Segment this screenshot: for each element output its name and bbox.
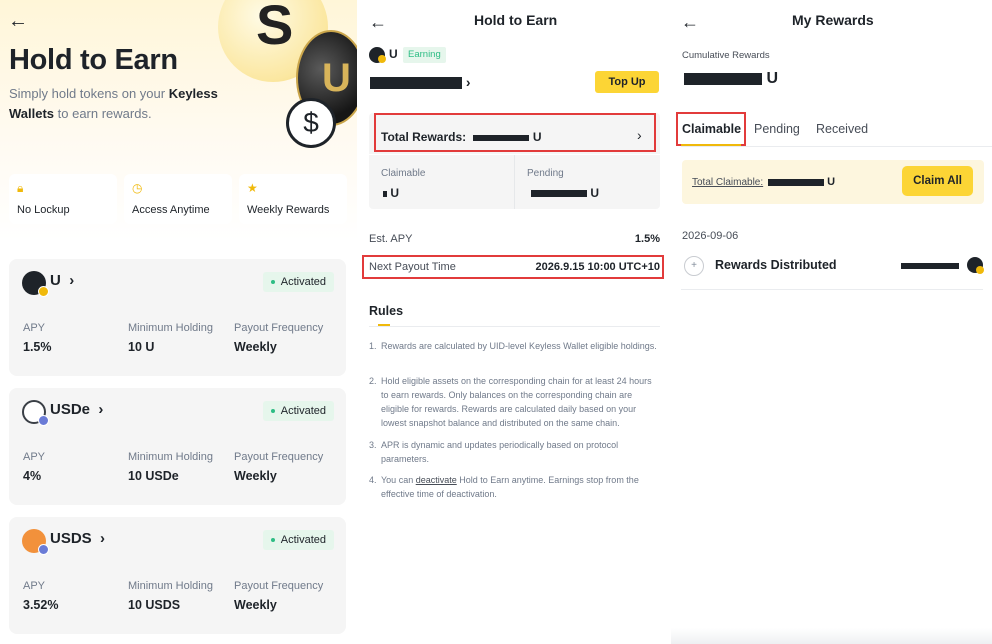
payout-frequency-value: Weekly	[234, 340, 277, 354]
feature-no-lockup: 🔒︎ No Lockup	[9, 174, 117, 224]
cumulative-value: U	[684, 70, 778, 88]
chevron-right-icon[interactable]: ›	[466, 74, 471, 90]
chevron-right-icon: ›	[69, 272, 75, 289]
gift-hand-icon: ★	[247, 181, 258, 195]
min-holding-value: 10 U	[128, 340, 155, 354]
divider	[514, 155, 515, 209]
page-title: Hold to Earn	[9, 44, 178, 76]
tab-received[interactable]: Received	[816, 122, 868, 136]
min-holding-value: 10 USDS	[128, 598, 181, 612]
next-payout-value: 2026.9.15 10:00 UTC+10	[535, 261, 660, 273]
rewards-distributed-icon: +	[684, 256, 704, 276]
rule-item: 4. You can deactivate Hold to Earn anyti…	[369, 475, 639, 499]
rule-item: 2. Hold eligible assets on the correspond…	[369, 376, 652, 428]
chain-badge-icon	[38, 544, 49, 555]
divider	[681, 146, 992, 147]
page-description: Simply hold tokens on your Keyless Walle…	[9, 86, 218, 121]
claim-all-button[interactable]: Claim All	[902, 166, 973, 196]
rule-item: 1. Rewards are calculated by UID-level Ke…	[369, 341, 657, 351]
apy-value: 4%	[23, 469, 42, 483]
asset-name: USDe ›	[50, 401, 104, 418]
reward-row-label: Rewards Distributed	[715, 258, 837, 272]
token-symbol: U	[389, 47, 398, 61]
est-apy-value: 1.5%	[634, 233, 660, 245]
redacted-amount	[473, 134, 530, 141]
asset-name: U ›	[50, 272, 75, 289]
chevron-right-icon: ›	[98, 401, 104, 418]
chain-badge-icon	[38, 286, 49, 297]
rules-heading: Rules	[369, 304, 404, 318]
hold-to-earn-overview-screen: S U $ ← Hold to Earn Simply hold tokens …	[0, 0, 357, 644]
rule-item: 3. APR is dynamic and updates periodicall…	[369, 440, 619, 464]
chevron-right-icon[interactable]: ›	[637, 127, 642, 143]
min-holding-value: 10 USDe	[128, 469, 179, 483]
date-header: 2026-09-06	[682, 230, 739, 242]
status-badge: Activated	[262, 272, 334, 292]
redacted-amount	[684, 72, 762, 85]
asset-card-usds[interactable]: USDS › Activated APY 3.52% Minimum Holdi…	[9, 517, 346, 634]
status-badge: Activated	[262, 530, 334, 550]
deactivate-link[interactable]: deactivate	[416, 475, 457, 485]
bottom-shade	[671, 628, 992, 644]
feature-access-anytime: ◷ Access Anytime	[124, 174, 232, 224]
asset-card-u[interactable]: U › Activated APY 1.5% Minimum Holding 1…	[9, 259, 346, 376]
divider	[369, 326, 660, 327]
back-arrow-icon[interactable]: ←	[369, 12, 387, 33]
divider	[681, 289, 983, 290]
page-title: Hold to Earn	[474, 12, 558, 28]
hold-to-earn-detail-screen: ← Hold to Earn U Earning › Top Up Total …	[357, 0, 671, 644]
my-rewards-screen: ← My Rewards Cumulative Rewards U Claima…	[671, 0, 992, 644]
back-arrow-icon[interactable]: ←	[8, 10, 28, 33]
asset-card-usde[interactable]: USDe › Activated APY 4% Minimum Holding …	[9, 388, 346, 505]
lock-icon: 🔒︎	[17, 181, 24, 195]
tab-claimable[interactable]: Claimable	[682, 122, 741, 136]
chevron-right-icon: ›	[100, 530, 106, 547]
payout-frequency-value: Weekly	[234, 469, 277, 483]
chain-badge-icon	[38, 415, 49, 426]
page-title: My Rewards	[792, 12, 874, 28]
feature-weekly-rewards: ★ Weekly Rewards	[239, 174, 347, 224]
total-claimable-value: U	[768, 176, 835, 188]
earning-badge: Earning	[403, 47, 446, 63]
clock-icon: ◷	[132, 181, 143, 195]
apy-value: 3.52%	[23, 598, 59, 612]
top-up-button[interactable]: Top Up	[595, 71, 659, 93]
total-rewards-row[interactable]: Total Rewards: U	[381, 130, 541, 144]
pending-value: U	[531, 186, 599, 200]
chain-badge-icon	[976, 266, 984, 274]
reward-row-amount	[901, 261, 959, 272]
usd-coin-illustration: $	[286, 98, 336, 148]
holding-amount: ›	[370, 74, 471, 90]
back-arrow-icon[interactable]: ←	[681, 12, 699, 33]
asset-name: USDS ›	[50, 530, 106, 547]
apy-value: 1.5%	[23, 340, 52, 354]
chain-badge-icon	[378, 55, 386, 63]
claimable-value: U	[383, 186, 399, 200]
tab-pending[interactable]: Pending	[754, 122, 800, 136]
redacted-amount	[370, 77, 462, 90]
status-badge: Activated	[262, 401, 334, 421]
payout-frequency-value: Weekly	[234, 598, 277, 612]
